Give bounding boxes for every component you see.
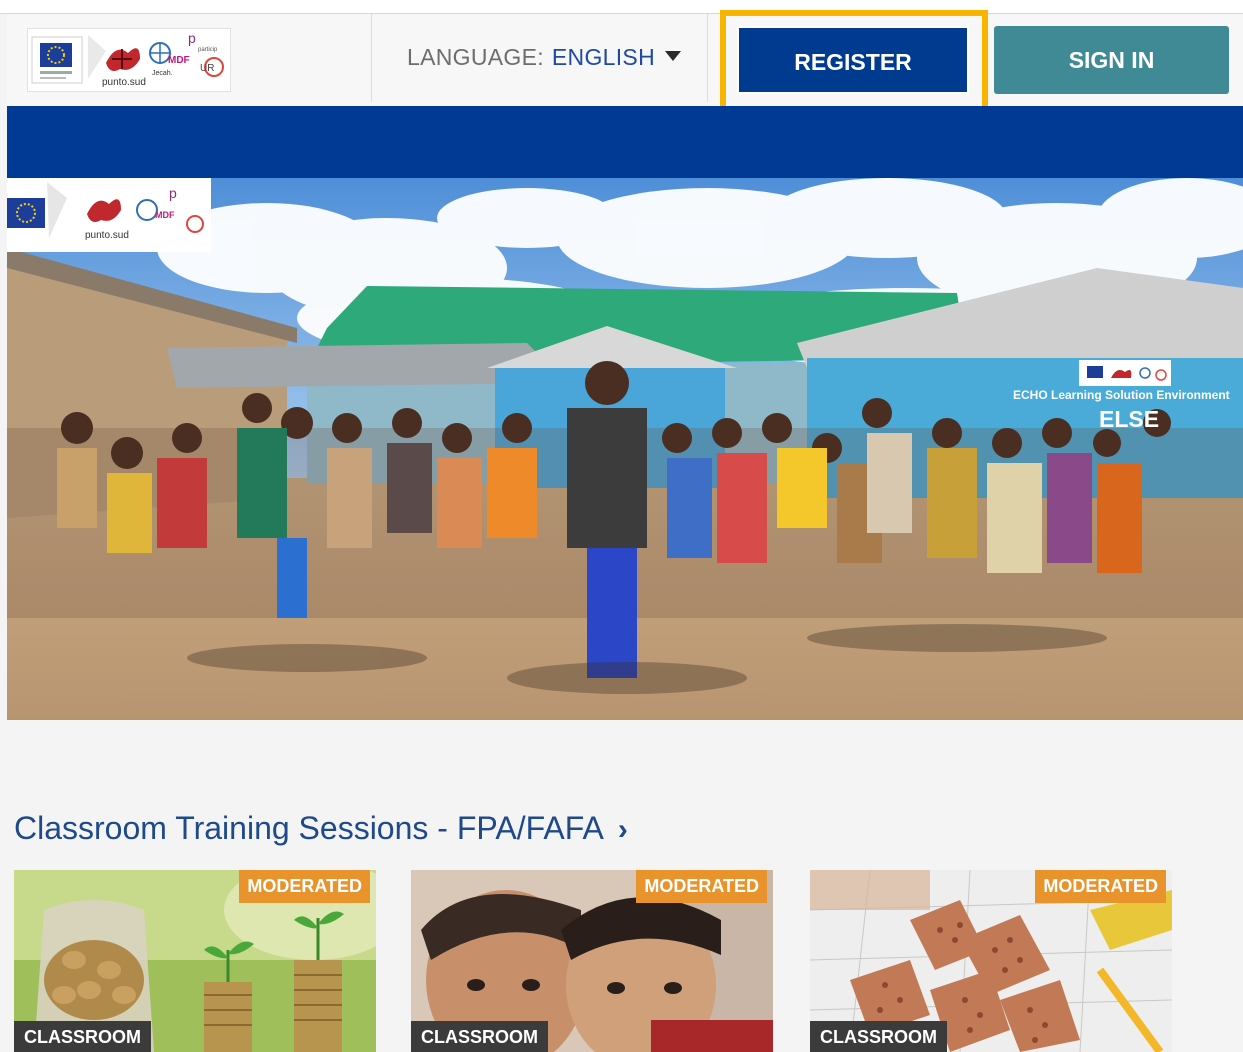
header-divider (371, 14, 372, 102)
svg-text:punto.sud: punto.sud (85, 230, 129, 241)
hero-banner: MDF p punto.sud ECHO Learning Solution E… (7, 178, 1243, 720)
chevron-right-icon: › (617, 813, 628, 846)
svg-text:p: p (169, 185, 177, 201)
language-value: ENGLISH (551, 44, 655, 70)
navigation-bar (7, 106, 1243, 178)
language-label: LANGUAGE: (407, 44, 544, 70)
language-selector[interactable]: LANGUAGE: ENGLISH (407, 44, 681, 71)
course-card[interactable]: MODERATED CLASSROOM (810, 870, 1172, 1052)
classroom-badge: CLASSROOM (14, 1021, 151, 1052)
svg-text:Jecah.: Jecah. (152, 70, 173, 77)
classroom-badge: CLASSROOM (411, 1021, 548, 1052)
register-button[interactable]: REGISTER (737, 26, 969, 94)
partner-logos[interactable]: punto.sud MDF Jecah. p particip UR (27, 28, 231, 92)
page: punto.sud MDF Jecah. p particip UR LANGU… (0, 0, 1243, 1052)
browser-top-line (0, 0, 1243, 14)
sign-in-button[interactable]: SIGN IN (994, 26, 1229, 94)
svg-text:p: p (188, 30, 196, 46)
course-card[interactable]: MODERATED CLASSROOM (14, 870, 376, 1052)
svg-text:MDF: MDF (155, 210, 175, 220)
site-header: punto.sud MDF Jecah. p particip UR LANGU… (7, 10, 1243, 112)
hero-banner-title: ECHO Learning Solution Environment (1013, 388, 1230, 402)
section-title: Classroom Training Sessions - FPA/FAFA (14, 810, 604, 846)
moderated-badge: MODERATED (239, 870, 370, 903)
svg-text:particip: particip (198, 47, 218, 53)
svg-text:punto.sud: punto.sud (102, 77, 146, 88)
course-card[interactable]: MODERATED CLASSROOM (411, 870, 773, 1052)
svg-text:UR: UR (200, 63, 214, 74)
classroom-badge: CLASSROOM (810, 1021, 947, 1052)
svg-text:MDF: MDF (168, 55, 190, 66)
moderated-badge: MODERATED (636, 870, 767, 903)
hero-banner-acronym: ELSE (1099, 406, 1160, 432)
moderated-badge: MODERATED (1035, 870, 1166, 903)
header-divider (707, 14, 708, 102)
section-title-link[interactable]: Classroom Training Sessions - FPA/FAFA › (14, 810, 628, 847)
caret-down-icon (664, 51, 681, 61)
